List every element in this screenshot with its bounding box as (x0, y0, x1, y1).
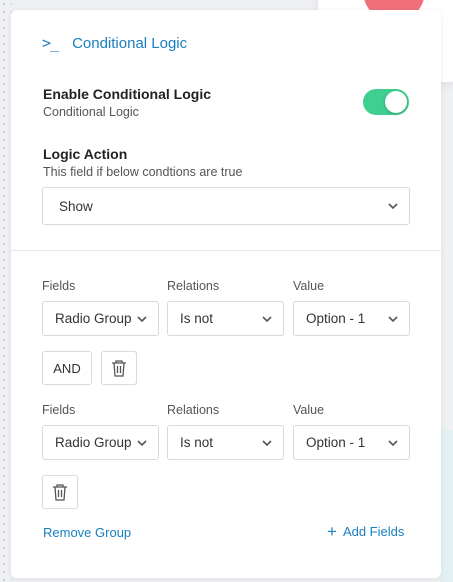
chevron-down-icon (388, 439, 398, 446)
condition-2-relation-select[interactable]: Is not (167, 425, 284, 460)
chevron-down-icon (262, 315, 272, 322)
logic-action-select[interactable]: Show (42, 187, 410, 225)
section-divider (11, 250, 441, 251)
chevron-down-icon (388, 315, 398, 322)
plus-icon: + (327, 522, 337, 541)
chevron-down-icon (137, 315, 147, 322)
logic-action-title: Logic Action (43, 146, 128, 162)
relations-column-label: Relations (167, 403, 220, 417)
add-fields-label: Add Fields (342, 524, 405, 539)
condition-1-relation-value: Is not (180, 311, 214, 326)
condition-2-field-select[interactable]: Radio Group (42, 425, 159, 460)
condition-2-field-value: Radio Group (55, 435, 132, 450)
value-column-label: Value (293, 403, 325, 417)
condition-1-field-select[interactable]: Radio Group (42, 301, 159, 336)
condition-2-value-select[interactable]: Option - 1 (293, 425, 410, 460)
condition-2-relation-value: Is not (180, 435, 214, 450)
condition-2-value-value: Option - 1 (306, 435, 366, 450)
value-column-label: Value (293, 279, 325, 293)
fields-column-label: Fields (42, 403, 76, 417)
and-button-label: AND (53, 360, 81, 376)
logic-action-subtitle: This field if below condtions are true (43, 165, 243, 179)
relations-column-label: Relations (167, 279, 220, 293)
background-decoration (440, 430, 453, 582)
chevron-down-icon (388, 203, 398, 210)
logic-action-value: Show (59, 198, 93, 214)
toggle-knob (385, 91, 407, 113)
condition-1-value-select[interactable]: Option - 1 (293, 301, 410, 336)
chevron-down-icon (137, 439, 147, 446)
trash-icon (112, 360, 126, 377)
terminal-chevron-icon: >_ (42, 34, 59, 52)
remove-group-link[interactable]: Remove Group (43, 525, 131, 540)
and-button[interactable]: AND (42, 351, 92, 385)
panel-title: Conditional Logic (72, 34, 188, 52)
add-fields-link[interactable]: + Add Fields (327, 523, 404, 540)
chevron-down-icon (262, 439, 272, 446)
delete-condition-1-button[interactable] (101, 351, 137, 385)
enable-logic-subtitle: Conditional Logic (43, 105, 139, 119)
condition-1-field-value: Radio Group (55, 311, 132, 326)
fields-column-label: Fields (42, 279, 76, 293)
enable-logic-title: Enable Conditional Logic (43, 86, 211, 102)
trash-icon (53, 484, 67, 501)
delete-condition-2-button[interactable] (42, 475, 78, 509)
condition-1-relation-select[interactable]: Is not (167, 301, 284, 336)
enable-logic-toggle[interactable] (363, 89, 409, 115)
panel-header[interactable]: >_ Conditional Logic (42, 33, 187, 53)
condition-1-value-value: Option - 1 (306, 311, 366, 326)
